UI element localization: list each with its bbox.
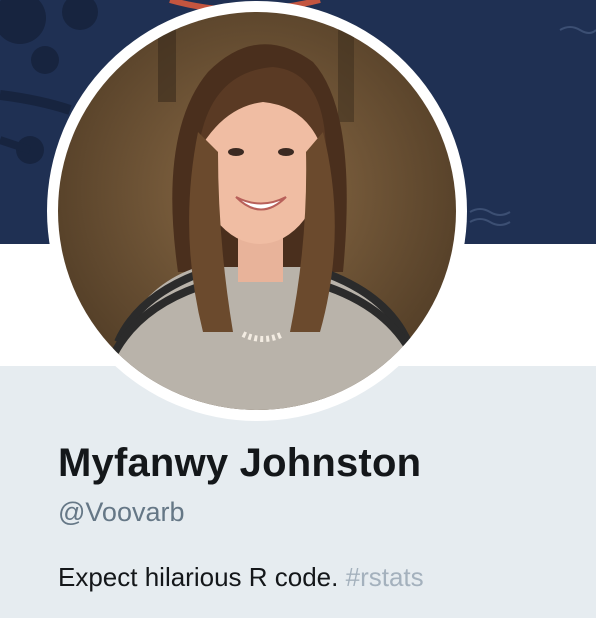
profile-handle[interactable]: @Voovarb (58, 497, 184, 528)
avatar[interactable] (58, 12, 456, 410)
bio-hashtag-link[interactable]: #rstats (346, 562, 424, 592)
avatar-photo (58, 12, 456, 410)
profile-display-name[interactable]: Myfanwy Johnston (58, 441, 421, 486)
profile-bio: Expect hilarious R code. #rstats (58, 562, 424, 593)
bio-text: Expect hilarious R code. (58, 562, 339, 592)
